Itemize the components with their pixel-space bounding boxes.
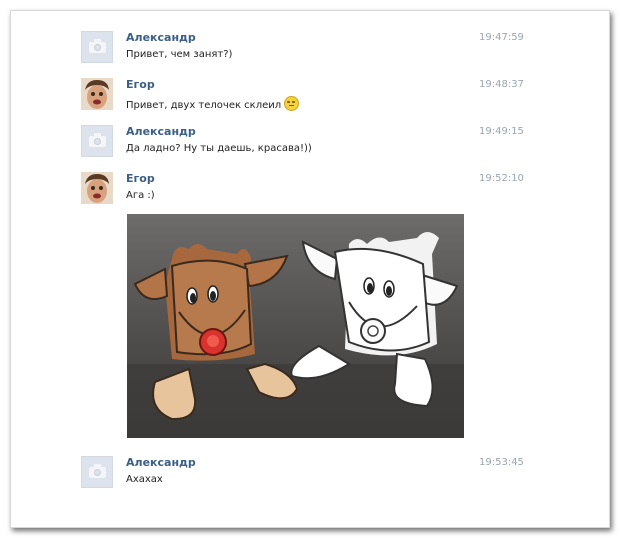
message-author[interactable]: Егор [126, 172, 155, 185]
message-text: Ахахах [126, 474, 163, 485]
message-time[interactable]: 19:52:10 [479, 173, 524, 184]
message-author[interactable]: Егор [126, 78, 155, 91]
avatar-placeholder[interactable] [81, 125, 113, 157]
message-time[interactable]: 19:53:45 [479, 457, 524, 468]
message-time[interactable]: 19:47:59 [479, 32, 524, 43]
message-time[interactable]: 19:48:37 [479, 79, 524, 90]
message-text: Привет, двух телочек склеил [126, 96, 300, 111]
avatar-placeholder[interactable] [81, 31, 113, 63]
avatar[interactable] [81, 78, 113, 110]
avatar[interactable] [81, 172, 113, 204]
user-photo-icon [81, 172, 113, 204]
message-author[interactable]: Александр [126, 31, 196, 44]
paper-deer-photo-icon [127, 214, 464, 438]
message-text: Ага :) [126, 190, 155, 201]
photo-attachment[interactable] [127, 214, 464, 438]
user-photo-icon [81, 78, 113, 110]
message-author[interactable]: Александр [126, 456, 196, 469]
message-author[interactable]: Александр [126, 125, 196, 138]
camera-icon [89, 39, 106, 53]
message-text: Привет, чем занят?) [126, 49, 233, 60]
camera-icon [89, 464, 106, 478]
message-text-content: Привет, двух телочек склеил [126, 100, 282, 111]
message-text: Да ладно? Ну ты даешь, красава!)) [126, 143, 312, 154]
avatar-placeholder[interactable] [81, 456, 113, 488]
camera-icon [89, 133, 106, 147]
blush-smiley-icon [284, 96, 300, 111]
dialog-window: Александр Привет, чем занят?) 19:47:59 Е… [10, 10, 610, 528]
message-time[interactable]: 19:49:15 [479, 126, 524, 137]
